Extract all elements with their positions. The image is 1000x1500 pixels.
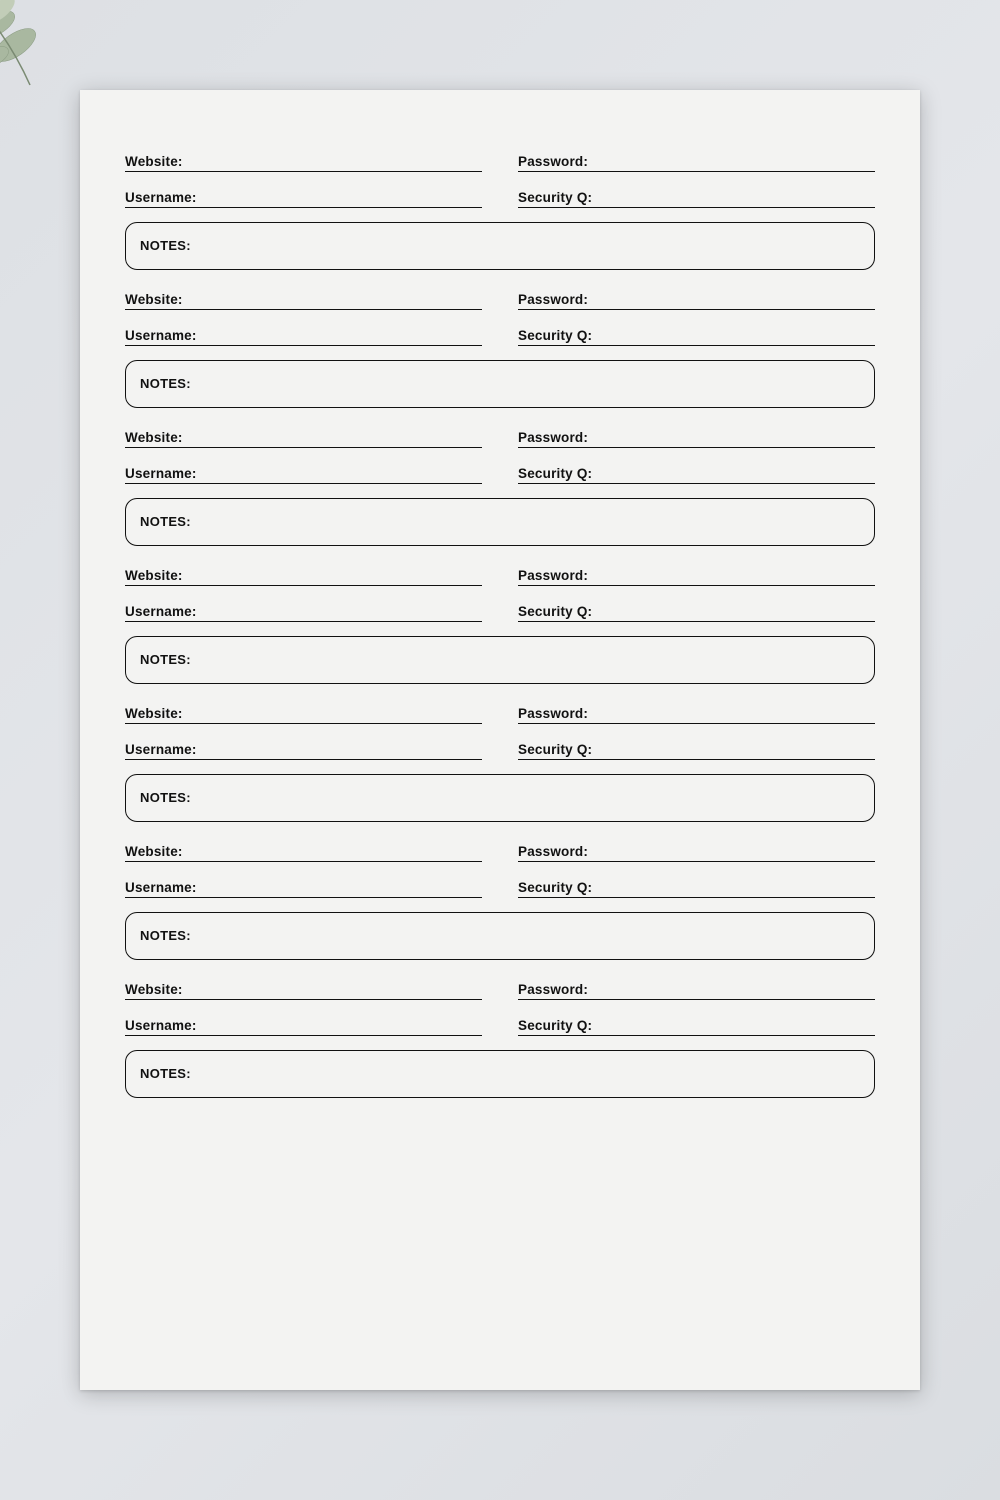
password-field: Password:	[518, 150, 875, 172]
password-field: Password:	[518, 564, 875, 586]
password-field: Password:	[518, 426, 875, 448]
website-field: Website:	[125, 840, 482, 862]
securityq-label: Security Q:	[518, 466, 592, 481]
password-field: Password:	[518, 978, 875, 1000]
entry-block: Website: Password: Username: Security Q:…	[125, 150, 875, 270]
notes-label: NOTES:	[140, 238, 191, 253]
securityq-field: Security Q:	[518, 876, 875, 898]
securityq-field: Security Q:	[518, 1014, 875, 1036]
notes-label: NOTES:	[140, 652, 191, 667]
website-label: Website:	[125, 568, 183, 583]
username-label: Username:	[125, 1018, 197, 1033]
password-field: Password:	[518, 840, 875, 862]
username-label: Username:	[125, 742, 197, 757]
securityq-field: Security Q:	[518, 324, 875, 346]
website-field: Website:	[125, 702, 482, 724]
securityq-field: Security Q:	[518, 462, 875, 484]
password-label: Password:	[518, 292, 588, 307]
notes-box: NOTES:	[125, 1050, 875, 1098]
entry-block: Website: Password: Username: Security Q:…	[125, 564, 875, 684]
notes-box: NOTES:	[125, 360, 875, 408]
securityq-label: Security Q:	[518, 1018, 592, 1033]
notes-box: NOTES:	[125, 222, 875, 270]
website-label: Website:	[125, 292, 183, 307]
website-field: Website:	[125, 288, 482, 310]
password-label: Password:	[518, 568, 588, 583]
notes-label: NOTES:	[140, 1066, 191, 1081]
password-label: Password:	[518, 430, 588, 445]
password-label: Password:	[518, 982, 588, 997]
notes-label: NOTES:	[140, 376, 191, 391]
username-label: Username:	[125, 466, 197, 481]
notes-label: NOTES:	[140, 790, 191, 805]
website-label: Website:	[125, 844, 183, 859]
securityq-label: Security Q:	[518, 742, 592, 757]
securityq-label: Security Q:	[518, 880, 592, 895]
password-log-page: Website: Password: Username: Security Q:…	[80, 90, 920, 1390]
username-field: Username:	[125, 324, 482, 346]
notes-box: NOTES:	[125, 774, 875, 822]
securityq-label: Security Q:	[518, 190, 592, 205]
entry-block: Website: Password: Username: Security Q:…	[125, 702, 875, 822]
securityq-field: Security Q:	[518, 738, 875, 760]
securityq-label: Security Q:	[518, 328, 592, 343]
username-field: Username:	[125, 1014, 482, 1036]
website-label: Website:	[125, 154, 183, 169]
entry-block: Website: Password: Username: Security Q:…	[125, 978, 875, 1098]
notes-box: NOTES:	[125, 498, 875, 546]
username-label: Username:	[125, 190, 197, 205]
entry-block: Website: Password: Username: Security Q:…	[125, 426, 875, 546]
username-field: Username:	[125, 462, 482, 484]
password-label: Password:	[518, 154, 588, 169]
password-field: Password:	[518, 288, 875, 310]
website-label: Website:	[125, 430, 183, 445]
securityq-field: Security Q:	[518, 600, 875, 622]
securityq-label: Security Q:	[518, 604, 592, 619]
entry-block: Website: Password: Username: Security Q:…	[125, 288, 875, 408]
username-field: Username:	[125, 600, 482, 622]
leaf-decoration-icon	[0, 0, 70, 110]
username-field: Username:	[125, 876, 482, 898]
website-field: Website:	[125, 564, 482, 586]
password-field: Password:	[518, 702, 875, 724]
securityq-field: Security Q:	[518, 186, 875, 208]
username-label: Username:	[125, 328, 197, 343]
username-label: Username:	[125, 880, 197, 895]
website-field: Website:	[125, 150, 482, 172]
password-label: Password:	[518, 844, 588, 859]
username-label: Username:	[125, 604, 197, 619]
website-label: Website:	[125, 982, 183, 997]
notes-box: NOTES:	[125, 636, 875, 684]
notes-box: NOTES:	[125, 912, 875, 960]
username-field: Username:	[125, 186, 482, 208]
website-field: Website:	[125, 978, 482, 1000]
notes-label: NOTES:	[140, 928, 191, 943]
username-field: Username:	[125, 738, 482, 760]
password-label: Password:	[518, 706, 588, 721]
website-field: Website:	[125, 426, 482, 448]
entry-block: Website: Password: Username: Security Q:…	[125, 840, 875, 960]
notes-label: NOTES:	[140, 514, 191, 529]
website-label: Website:	[125, 706, 183, 721]
